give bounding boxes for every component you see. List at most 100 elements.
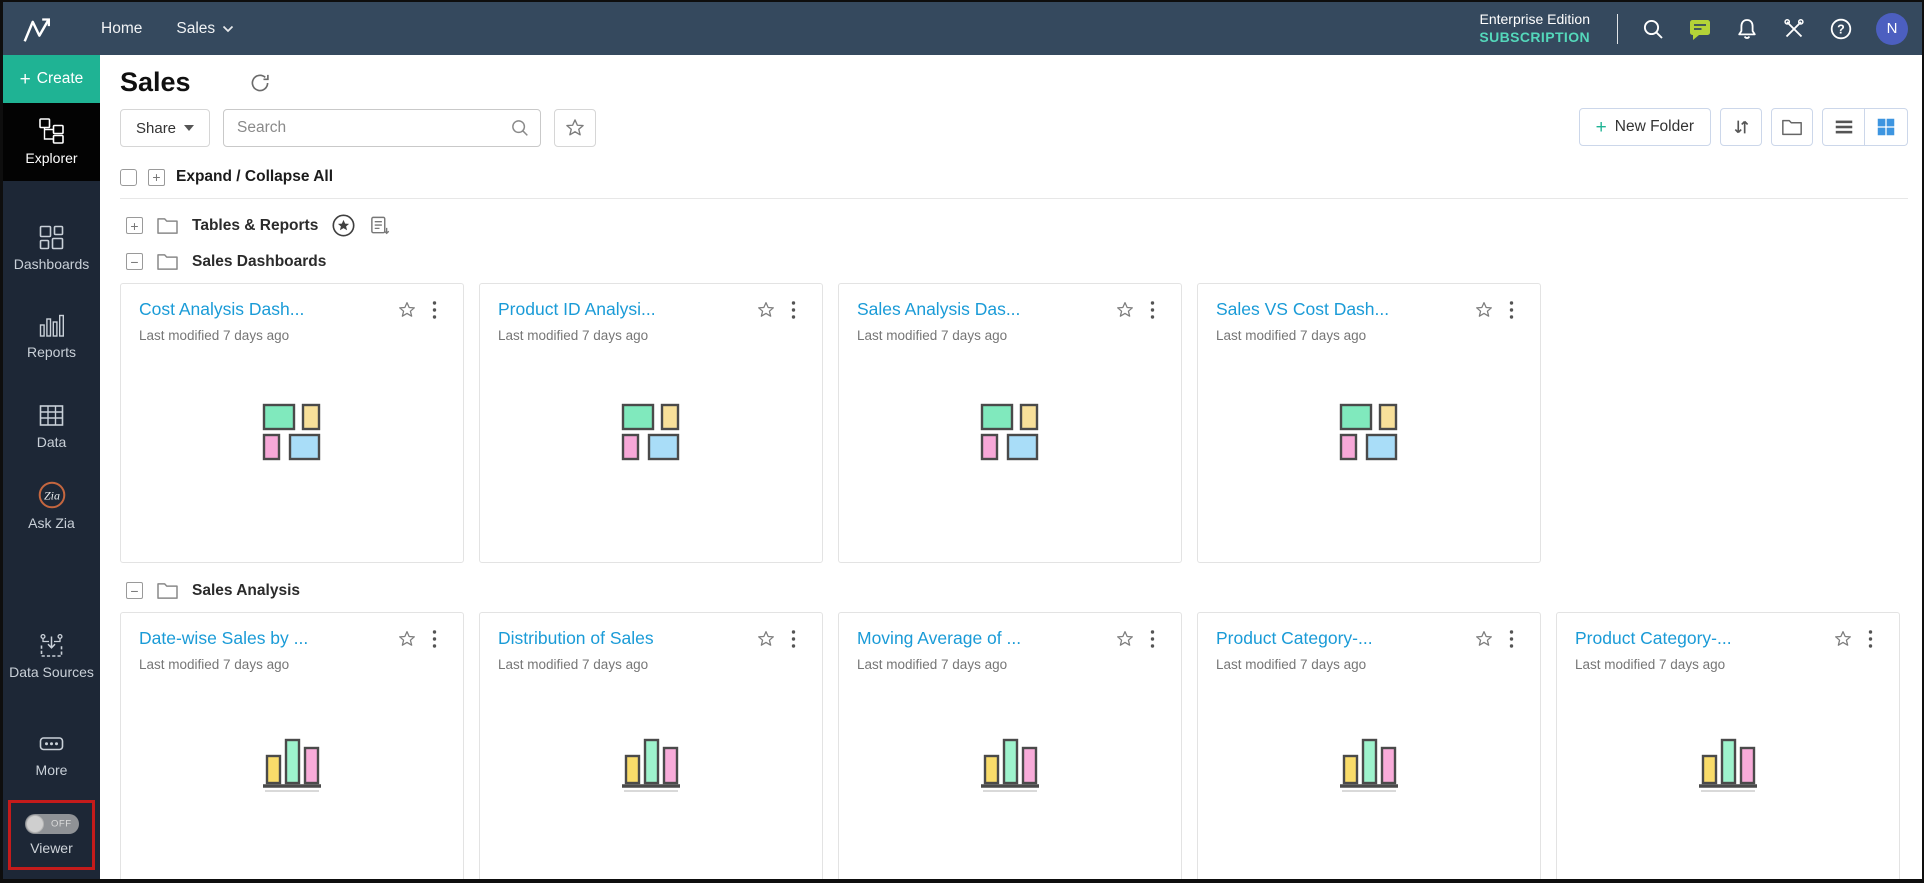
kebab-menu-icon[interactable]: [1859, 629, 1881, 649]
analytics-logo-icon[interactable]: [15, 7, 59, 51]
new-folder-button[interactable]: + New Folder: [1579, 108, 1711, 146]
card-title-link[interactable]: Moving Average of ...: [857, 628, 1107, 649]
card-title-link[interactable]: Product Category-...: [1575, 628, 1825, 649]
topbar-right: Enterprise Edition SUBSCRIPTION: [1479, 2, 1908, 55]
list-view-button[interactable]: [1823, 109, 1865, 145]
table-icon: [38, 402, 65, 429]
star-icon[interactable]: [756, 300, 776, 325]
kebab-menu-icon[interactable]: [423, 300, 445, 320]
share-button[interactable]: Share: [120, 109, 210, 147]
sidebar-item-more[interactable]: More: [3, 730, 100, 779]
share-label: Share: [136, 120, 176, 137]
sidebar-item-label: Dashboards: [14, 256, 90, 273]
star-icon[interactable]: [756, 629, 776, 654]
collapse-icon[interactable]: −: [126, 253, 143, 270]
kebab-menu-icon[interactable]: [1500, 300, 1522, 320]
topbar: Home Sales Enterprise Edition SUBSCRIPTI…: [3, 2, 1922, 55]
folder-row-sales-analysis: − Sales Analysis: [120, 581, 1908, 600]
card-dashboard[interactable]: Sales Analysis Das... Last modified 7 da…: [838, 283, 1182, 563]
viewer-toggle[interactable]: OFF: [25, 814, 79, 834]
folder-view-button[interactable]: [1771, 108, 1813, 146]
card-title-link[interactable]: Product Category-...: [1216, 628, 1466, 649]
dashboard-cards-row: Cost Analysis Dash... Last modified 7 da…: [120, 283, 1908, 563]
chevron-down-icon: [222, 25, 234, 33]
card-title-link[interactable]: Sales Analysis Das...: [857, 299, 1107, 320]
svg-text:?: ?: [1837, 22, 1845, 36]
sidebar-item-explorer[interactable]: Explorer: [3, 103, 100, 181]
expand-collapse-row: + Expand / Collapse All: [120, 168, 1908, 186]
star-icon[interactable]: [397, 629, 417, 654]
favorite-badge-icon[interactable]: [331, 213, 356, 238]
report-thumbnail-icon: [857, 672, 1163, 852]
card-report[interactable]: Date-wise Sales by ... Last modified 7 d…: [120, 612, 464, 879]
star-icon[interactable]: [1115, 629, 1135, 654]
create-label: Create: [37, 70, 84, 88]
page-title: Sales: [120, 67, 191, 98]
expand-icon[interactable]: +: [126, 217, 143, 234]
card-dashboard[interactable]: Cost Analysis Dash... Last modified 7 da…: [120, 283, 464, 563]
sidebar-item-data[interactable]: Data: [3, 402, 100, 451]
sidebar-item-dashboards[interactable]: Dashboards: [3, 224, 100, 273]
sidebar-item-ask-zia[interactable]: Zia Ask Zia: [3, 480, 100, 532]
caret-down-icon: [184, 125, 194, 131]
kebab-menu-icon[interactable]: [1500, 629, 1522, 649]
star-icon[interactable]: [1833, 629, 1853, 654]
notifications-bell-icon[interactable]: [1735, 17, 1759, 41]
sidebar: + Create Explorer Dashboards: [3, 55, 100, 879]
card-report[interactable]: Product Category-... Last modified 7 day…: [1197, 612, 1541, 879]
data-sources-icon: [38, 632, 65, 659]
tools-icon[interactable]: [1782, 17, 1806, 41]
folder-name[interactable]: Tables & Reports: [192, 217, 318, 235]
kebab-menu-icon[interactable]: [782, 300, 804, 320]
expand-collapse-label: Expand / Collapse All: [176, 168, 333, 186]
feedback-chat-icon[interactable]: [1688, 17, 1712, 41]
plus-icon: +: [20, 70, 31, 89]
nav-home[interactable]: Home: [101, 20, 142, 38]
sidebar-item-data-sources[interactable]: Data Sources: [3, 632, 100, 681]
sidebar-item-label: Reports: [27, 344, 76, 361]
create-button[interactable]: + Create: [3, 55, 100, 103]
sidebar-item-reports[interactable]: Reports: [3, 312, 100, 361]
user-avatar[interactable]: N: [1876, 13, 1908, 45]
folder-name[interactable]: Sales Analysis: [192, 582, 300, 600]
favorites-filter-button[interactable]: [554, 109, 596, 147]
search-input[interactable]: [223, 109, 541, 147]
star-icon[interactable]: [1474, 300, 1494, 325]
star-icon[interactable]: [1115, 300, 1135, 325]
reports-list-icon[interactable]: [369, 215, 390, 236]
sort-arrows-icon: [1730, 116, 1752, 138]
search-icon[interactable]: [1641, 17, 1665, 41]
kebab-menu-icon[interactable]: [1141, 629, 1163, 649]
card-report[interactable]: Product Category-... Last modified 7 day…: [1556, 612, 1900, 879]
card-dashboard[interactable]: Product ID Analysi... Last modified 7 da…: [479, 283, 823, 563]
toolbar: Share + New Fol: [120, 108, 1908, 148]
card-dashboard[interactable]: Sales VS Cost Dash... Last modified 7 da…: [1197, 283, 1541, 563]
kebab-menu-icon[interactable]: [782, 629, 804, 649]
edition-label: Enterprise Edition: [1479, 11, 1590, 29]
ellipsis-icon: [38, 730, 65, 757]
collapse-icon[interactable]: −: [126, 582, 143, 599]
search-icon: [509, 117, 531, 144]
card-title-link[interactable]: Cost Analysis Dash...: [139, 299, 389, 320]
sort-button[interactable]: [1720, 108, 1762, 146]
title-row: Sales: [120, 67, 1908, 98]
card-title-link[interactable]: Date-wise Sales by ...: [139, 628, 389, 649]
expand-all-icon[interactable]: +: [148, 169, 165, 186]
folder-name[interactable]: Sales Dashboards: [192, 253, 326, 271]
star-icon[interactable]: [397, 300, 417, 325]
grid-view-button[interactable]: [1865, 109, 1907, 145]
nav-folder-dropdown[interactable]: Sales: [176, 20, 234, 38]
card-title-link[interactable]: Sales VS Cost Dash...: [1216, 299, 1466, 320]
card-title-link[interactable]: Product ID Analysi...: [498, 299, 748, 320]
kebab-menu-icon[interactable]: [423, 629, 445, 649]
help-icon[interactable]: ?: [1829, 17, 1853, 41]
refresh-icon[interactable]: [247, 70, 273, 96]
card-report[interactable]: Distribution of Sales Last modified 7 da…: [479, 612, 823, 879]
select-all-checkbox[interactable]: [120, 169, 137, 186]
viewer-toggle-annotation: OFF Viewer: [8, 800, 95, 870]
kebab-menu-icon[interactable]: [1141, 300, 1163, 320]
card-title-link[interactable]: Distribution of Sales: [498, 628, 748, 649]
star-icon[interactable]: [1474, 629, 1494, 654]
card-report[interactable]: Moving Average of ... Last modified 7 da…: [838, 612, 1182, 879]
folder-icon: [1781, 116, 1803, 138]
